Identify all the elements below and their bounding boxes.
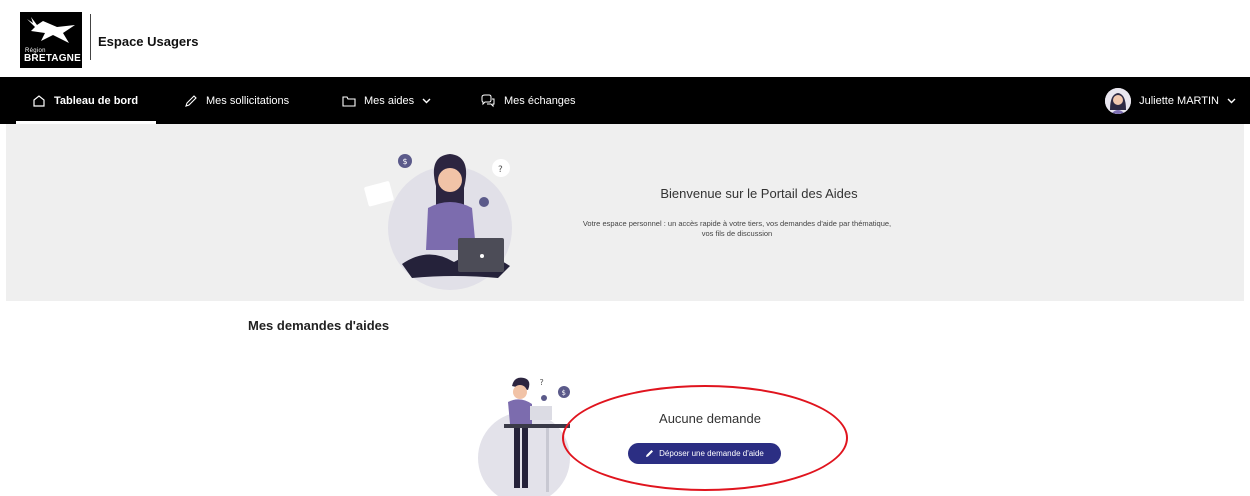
- nav-item-echanges[interactable]: Mes échanges: [480, 77, 576, 124]
- nav-item-aides[interactable]: Mes aides: [342, 77, 431, 124]
- user-name: Juliette MARTIN: [1139, 94, 1219, 107]
- pen-icon: [185, 94, 197, 107]
- svg-text:$: $: [403, 157, 408, 166]
- folder-icon: [342, 95, 356, 107]
- nav-item-sollicitations[interactable]: Mes sollicitations: [184, 77, 289, 124]
- hero-title: Bienvenue sur le Portail des Aides: [660, 186, 858, 201]
- svg-text:?: ?: [540, 378, 544, 387]
- welcome-banner: $ ? Bienvenue sur le Portail des Aides V…: [6, 124, 1244, 301]
- app-title: Espace Usagers: [98, 34, 199, 49]
- user-avatar-icon: [1105, 87, 1132, 114]
- svg-text:$: $: [562, 389, 566, 397]
- user-menu[interactable]: Juliette MARTIN: [1105, 77, 1236, 124]
- logo-region-name: BRETAGNE: [24, 53, 81, 64]
- chat-icon: [481, 94, 495, 107]
- nav-item-label: Tableau de bord: [54, 94, 139, 107]
- hero-description: Votre espace personnel : un accès rapide…: [582, 219, 892, 238]
- nav-item-dashboard[interactable]: Tableau de bord: [32, 77, 138, 124]
- app-header: Région BRETAGNE Espace Usagers: [0, 0, 1250, 77]
- chevron-down-icon: [1227, 98, 1236, 104]
- nav-item-label: Mes sollicitations: [206, 94, 290, 107]
- avatar: [1105, 87, 1132, 114]
- main-nav: Tableau de bord Mes sollicitations Mes a…: [0, 77, 1250, 124]
- svg-text:?: ?: [498, 165, 503, 175]
- highlight-annotation: [562, 385, 848, 491]
- section-title: Mes demandes d'aides: [248, 318, 390, 333]
- chevron-down-icon: [422, 98, 431, 104]
- nav-item-label: Mes aides: [364, 94, 415, 107]
- woman-laptop-illustration: $ ?: [364, 154, 512, 290]
- region-logo-icon: [27, 17, 75, 43]
- header-divider: [90, 14, 91, 60]
- region-logo[interactable]: Région BRETAGNE: [20, 12, 82, 68]
- nav-item-label: Mes échanges: [504, 94, 576, 107]
- home-icon: [33, 94, 45, 107]
